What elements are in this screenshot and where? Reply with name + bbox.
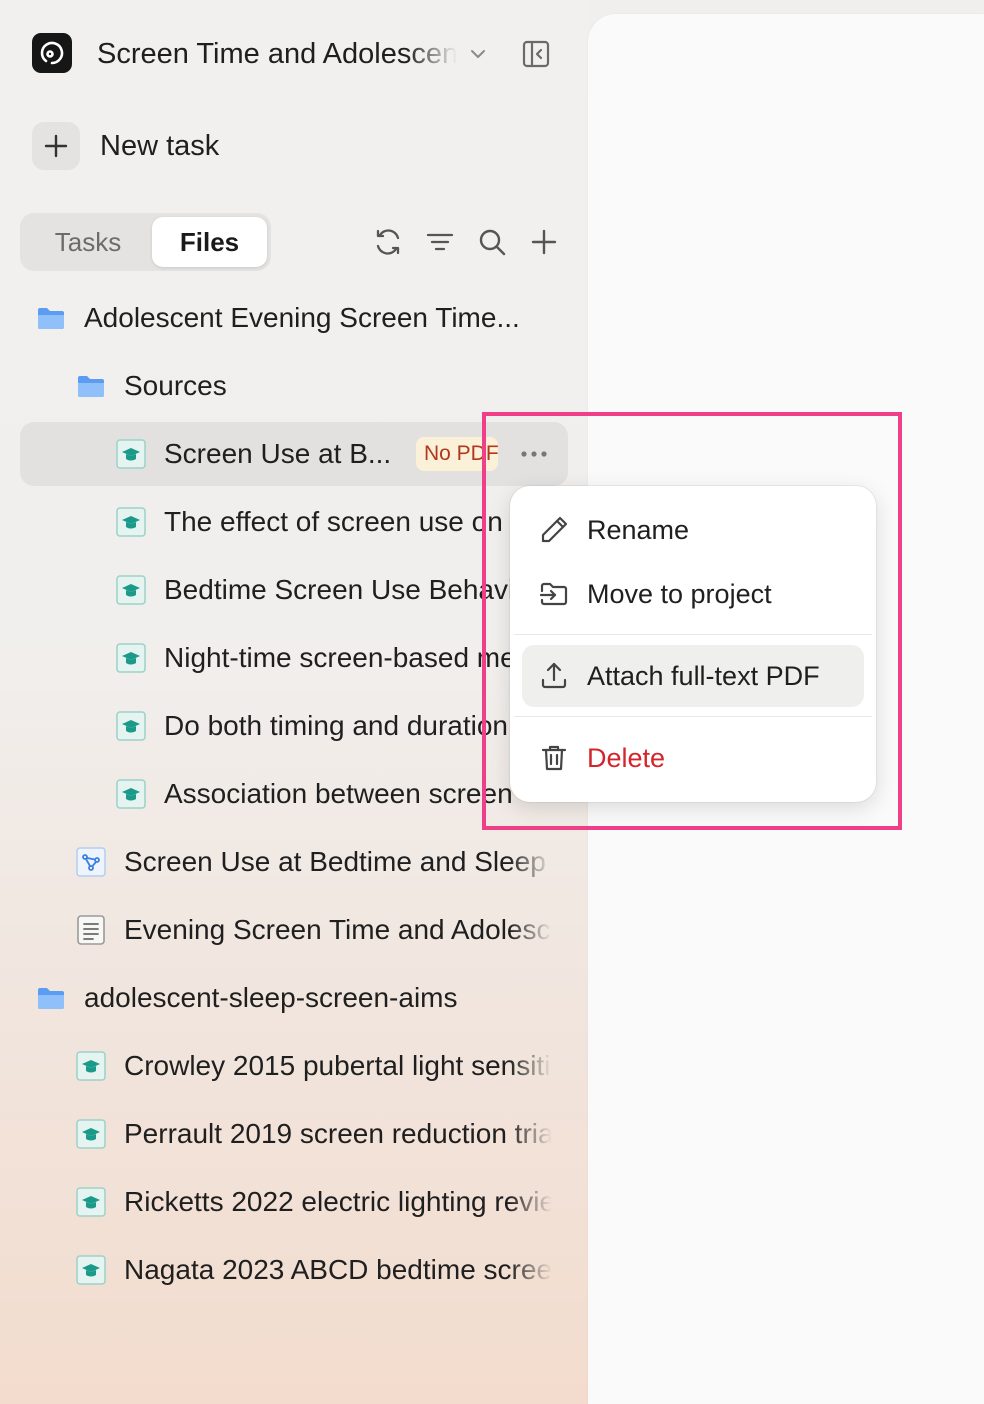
- tree-item-label: adolescent-sleep-screen-aims: [84, 982, 458, 1013]
- move-to-project-menu-item[interactable]: Move to project: [522, 563, 864, 625]
- paper-icon: [76, 1051, 106, 1081]
- tree-item-diagram[interactable]: Screen Use at Bedtime and Sleep: [20, 830, 568, 894]
- folder-icon: [78, 376, 104, 397]
- paper-icon: [116, 575, 146, 605]
- tree-item-source[interactable]: Nagata 2023 ABCD bedtime screen: [20, 1238, 568, 1302]
- tree-folder-project[interactable]: Adolescent Evening Screen Time...: [20, 286, 568, 350]
- app-logo-icon[interactable]: [32, 33, 72, 73]
- paper-icon: [116, 711, 146, 741]
- chevron-down-icon[interactable]: [468, 44, 488, 64]
- paper-icon: [76, 1119, 106, 1149]
- rename-label: Rename: [587, 515, 690, 545]
- paper-icon: [116, 507, 146, 537]
- no-pdf-badge: No PDF: [416, 437, 498, 471]
- attach-pdf-label: Attach full-text PDF: [587, 661, 820, 691]
- delete-label: Delete: [587, 743, 666, 773]
- attach-pdf-menu-item[interactable]: Attach full-text PDF: [522, 645, 864, 707]
- tree-item-label: Night-time screen-based media: [164, 642, 554, 673]
- diagram-icon: [76, 847, 106, 877]
- paper-icon: [116, 643, 146, 673]
- tree-item-source[interactable]: Night-time screen-based media: [20, 626, 568, 690]
- tree-folder-sources[interactable]: Sources: [20, 354, 568, 418]
- refresh-icon[interactable]: [372, 226, 404, 258]
- tree-item-source[interactable]: Perrault 2019 screen reduction trial: [20, 1102, 568, 1166]
- tree-item-label: Bedtime Screen Use Behaviors: [164, 574, 554, 605]
- tree-item-label: Evening Screen Time and Adolescent: [124, 914, 552, 945]
- search-icon[interactable]: [476, 226, 508, 258]
- project-title[interactable]: Screen Time and Adolescent Sleep: [97, 36, 457, 72]
- tree-item-source[interactable]: Ricketts 2022 electric lighting review: [20, 1170, 568, 1234]
- tree-item-label: Association between screen: [164, 778, 513, 809]
- tree-item-label: Perrault 2019 screen reduction trial: [124, 1118, 552, 1149]
- pencil-icon: [541, 516, 568, 543]
- folder-icon: [38, 308, 64, 329]
- delete-menu-item[interactable]: Delete: [522, 727, 864, 789]
- tree-item-label: Crowley 2015 pubertal light sensitivity: [124, 1050, 552, 1081]
- tree-item-label: Sources: [124, 370, 227, 401]
- sidebar: Screen Time and Adolescent Sleep New tas…: [0, 0, 588, 1404]
- tree-item-source[interactable]: The effect of screen use on: [20, 490, 568, 554]
- filter-icon[interactable]: [424, 226, 456, 258]
- menu-divider: [514, 634, 872, 635]
- tree-item-source[interactable]: Crowley 2015 pubertal light sensitivity: [20, 1034, 568, 1098]
- tree-item-source[interactable]: Bedtime Screen Use Behaviors: [20, 558, 568, 622]
- file-context-menu: Rename Move to project Attach full-text …: [510, 486, 876, 802]
- new-task-label[interactable]: New task: [100, 127, 219, 165]
- more-options-icon[interactable]: [516, 440, 552, 468]
- move-to-folder-icon: [539, 582, 568, 606]
- paper-icon: [116, 779, 146, 809]
- tab-files[interactable]: Files: [152, 217, 267, 267]
- document-icon: [77, 915, 105, 945]
- folder-icon: [38, 988, 64, 1009]
- paper-icon: [116, 439, 146, 469]
- paper-icon: [76, 1255, 106, 1285]
- tab-tasks[interactable]: Tasks: [28, 217, 148, 267]
- tree-item-label: Nagata 2023 ABCD bedtime screen: [124, 1254, 552, 1285]
- view-tabs: Tasks Files: [20, 213, 271, 271]
- tree-item-label: Ricketts 2022 electric lighting review: [124, 1186, 552, 1217]
- tree-item-label: Screen Use at Bedtime and Sleep: [124, 846, 546, 877]
- upload-icon: [541, 662, 567, 689]
- tree-item-document[interactable]: Evening Screen Time and Adolescent: [20, 898, 568, 962]
- trash-icon: [541, 745, 567, 771]
- rename-menu-item[interactable]: Rename: [522, 499, 864, 561]
- sidebar-collapse-icon[interactable]: [520, 38, 552, 70]
- tree-item-source[interactable]: Association between screen: [20, 762, 568, 826]
- tree-item-source-selected[interactable]: Screen Use at B... No PDF: [20, 422, 568, 486]
- tree-item-label: Adolescent Evening Screen Time...: [84, 302, 520, 333]
- tree-folder-aims[interactable]: adolescent-sleep-screen-aims: [20, 966, 568, 1030]
- tree-item-label: The effect of screen use on: [164, 506, 503, 537]
- new-task-button[interactable]: [32, 122, 80, 170]
- tree-item-label: Screen Use at B...: [164, 438, 392, 469]
- paper-icon: [76, 1187, 106, 1217]
- tree-item-label: Do both timing and duration: [164, 710, 508, 741]
- tree-item-source[interactable]: Do both timing and duration: [20, 694, 568, 758]
- add-file-icon[interactable]: [528, 226, 560, 258]
- move-to-project-label: Move to project: [587, 579, 772, 609]
- menu-divider: [514, 716, 872, 717]
